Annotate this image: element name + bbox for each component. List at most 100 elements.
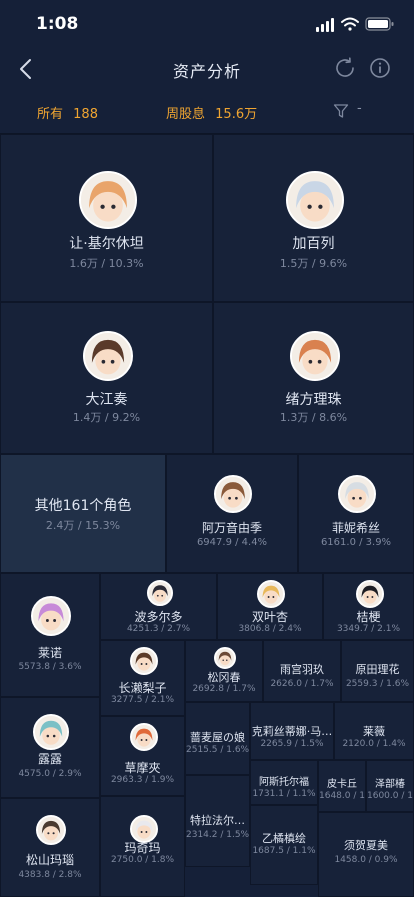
treemap-cell[interactable]: 莱诺 5573.8 / 3.6% [0,573,100,697]
filter-value[interactable]: - [357,101,362,116]
treemap-cell[interactable]: 大江奏 1.4万 / 9.2% [0,302,213,454]
cell-value: 1.6万 / 10.3% [69,257,144,270]
cell-value: 2750.0 / 1.8% [110,855,175,865]
cell-value: 3806.8 / 2.4% [238,624,302,634]
cell-value: 2515.5 / 1.6% [186,745,249,755]
cell-name: 菲妮希丝 [331,521,380,535]
wifi-icon [341,17,359,31]
character-avatar [36,815,66,845]
status-icons [316,17,394,32]
cell-name: 皮卡丘 [327,779,357,790]
cell-name: 阿斯托尔福 [259,777,309,788]
cell-name: 让·基尔休坦 [69,236,144,252]
status-bar: 1:08 [0,0,414,48]
character-avatar [338,475,376,513]
character-avatar [356,580,384,608]
character-avatar [214,647,236,669]
cell-value: 1731.1 / 1.1% [252,789,316,799]
treemap-cell[interactable]: 双叶杏 3806.8 / 2.4% [217,573,323,640]
cell-name: 桔梗 [356,610,381,624]
cell-name: 波多尔多 [134,610,183,624]
treemap-cell[interactable]: 长濑梨子 3277.5 / 2.1% [100,640,185,716]
cell-value: 2692.8 / 1.7% [192,684,256,694]
cell-name: 莱薇 [363,725,385,738]
cell-name: 蔷麦屋の娘 [190,731,245,744]
cell-name: 长濑梨子 [118,681,167,695]
character-avatar [130,723,158,751]
cell-name: 乙橘槙绘 [262,832,306,845]
treemap-cell[interactable]: 蔷麦屋の娘 2515.5 / 1.6% [185,702,250,775]
total-value: 188 [73,107,98,122]
treemap-cell[interactable]: 须贺夏美 1458.0 / 0.9% [318,812,414,897]
treemap-cell[interactable]: 克莉丝蒂娜·马… 2265.9 / 1.5% [250,702,334,760]
treemap-cell[interactable]: 波多尔多 4251.3 / 2.7% [100,573,217,640]
treemap-cell[interactable]: 加百列 1.5万 / 9.6% [213,134,414,302]
cell-value: 4575.0 / 2.9% [18,769,82,779]
cell-name: 特拉法尔… [190,814,245,827]
cell-name: 克莉丝蒂娜·马… [251,725,333,738]
cell-name: 其他161个角色 [34,498,132,514]
cell-name: 泽部椿 [375,779,405,790]
treemap-cell[interactable]: 露露 4575.0 / 2.9% [0,697,100,798]
cell-value: 3277.5 / 2.1% [110,695,175,705]
treemap-cell[interactable]: 绪方理珠 1.3万 / 8.6% [213,302,414,454]
cell-value: 1.5万 / 9.6% [279,257,348,270]
character-avatar [83,331,133,381]
treemap-cell[interactable]: 桔梗 3349.7 / 2.1% [323,573,414,640]
character-avatar [130,647,158,675]
cell-name: 原田理花 [355,663,400,676]
character-avatar [290,331,340,381]
cell-name: 松冈春 [207,671,241,684]
treemap-cell[interactable]: 玛奇玛 2750.0 / 1.8% [100,796,185,897]
treemap-cell[interactable]: 阿万音由季 6947.9 / 4.4% [166,454,298,573]
treemap-cell[interactable]: 松山玛瑙 4383.8 / 2.8% [0,798,100,897]
cell-name: 双叶杏 [251,610,288,624]
character-avatar [33,714,69,750]
cell-value: 2.4万 / 15.3% [45,519,121,532]
cell-value: 2314.2 / 1.5% [186,830,249,840]
character-avatar [147,580,173,606]
filter-icon[interactable] [333,103,349,119]
cell-name: 加百列 [292,236,335,252]
treemap-cell[interactable]: 泽部椿1600.0 / 1.0% [366,760,414,812]
treemap-cell[interactable]: 菲妮希丝 6161.0 / 3.9% [298,454,414,573]
treemap-cell[interactable]: 乙橘槙绘 1687.5 / 1.1% [250,805,318,885]
character-avatar [79,171,137,229]
cell-value: 2120.0 / 1.4% [342,739,406,749]
treemap-cell[interactable]: 原田理花 2559.3 / 1.6% [341,640,414,702]
cell-value: 1600.0 / 1.0% [367,791,413,801]
treemap-cell[interactable]: 松冈春 2692.8 / 1.7% [185,640,263,702]
weekly-value: 15.6万 [215,107,258,122]
cell-name: 露露 [37,752,62,766]
treemap-cell[interactable]: 让·基尔休坦 1.6万 / 10.3% [0,134,213,302]
cell-value: 1458.0 / 0.9% [334,855,398,865]
cell-name: 雨宫羽玖 [280,663,324,676]
treemap: 让·基尔休坦 1.6万 / 10.3% 加百列 1.5万 / 9.6% 大江奏 1.4万 … [0,133,414,897]
battery-icon [365,17,394,31]
cell-value: 1687.5 / 1.1% [252,846,316,856]
refresh-icon[interactable] [333,56,357,80]
cell-value: 6161.0 / 3.9% [320,537,392,548]
signal-icon [316,18,334,32]
nav-bar: 资产分析 [0,48,414,94]
cell-name: 须贺夏美 [344,839,388,852]
treemap-cell[interactable]: 莱薇 2120.0 / 1.4% [334,702,414,760]
cell-value: 3349.7 / 2.1% [336,624,401,634]
treemap-cell[interactable]: 阿斯托尔福 1731.1 / 1.1% [250,760,318,805]
cell-name: 莱诺 [37,646,62,660]
cell-value: 4251.3 / 2.7% [126,624,191,634]
cell-name: 绪方理珠 [285,392,342,408]
cell-value: 2559.3 / 1.6% [345,679,410,689]
info-icon[interactable] [368,56,392,80]
treemap-cell[interactable]: 雨宫羽玖 2626.0 / 1.7% [263,640,341,702]
treemap-cell[interactable]: 皮卡丘1648.0 / 1.1% [318,760,366,812]
treemap-cell-other[interactable]: 其他161个角色 2.4万 / 15.3% [0,454,166,573]
treemap-cell[interactable]: 草摩夾 2963.3 / 1.9% [100,716,185,796]
character-avatar [257,580,285,608]
cell-name: 松山玛瑙 [25,853,74,867]
cell-value: 1648.0 / 1.1% [319,791,365,801]
cell-name: 阿万音由季 [201,521,262,535]
treemap-cell[interactable]: 特拉法尔… 2314.2 / 1.5% [185,775,250,867]
weekly-label: 周股息 [166,107,206,122]
total-label: 所有 [37,107,64,122]
